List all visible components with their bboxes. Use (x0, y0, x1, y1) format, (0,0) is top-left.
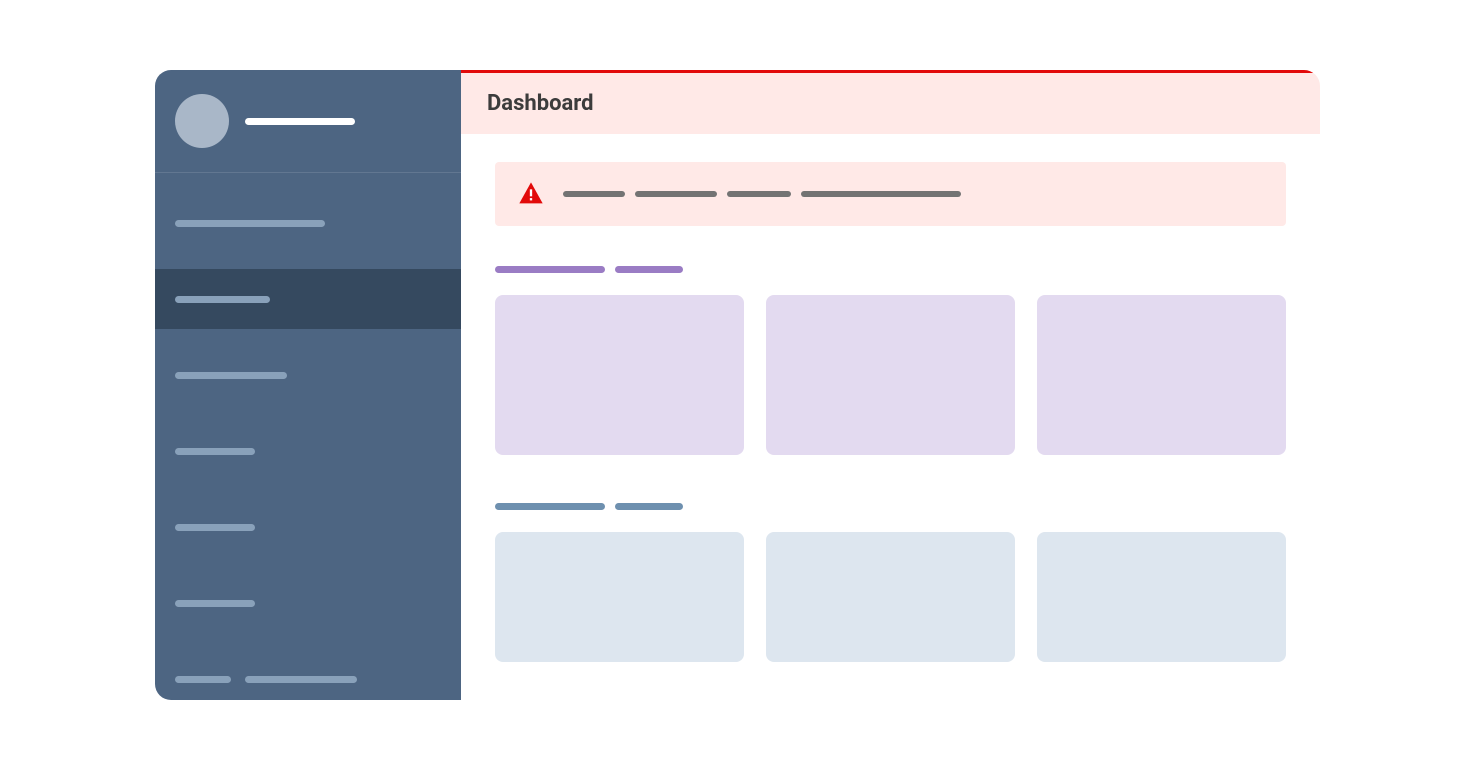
main-content: Dashboard (461, 70, 1320, 700)
header-banner: Dashboard (461, 73, 1320, 134)
sidebar-nav (155, 173, 461, 700)
avatar[interactable] (175, 94, 229, 148)
sidebar-item-label (175, 296, 270, 303)
section-title-a (495, 266, 605, 273)
sidebar-header (155, 70, 461, 173)
sidebar-item-4[interactable] (155, 497, 461, 557)
app-frame: Dashboard (155, 70, 1320, 700)
sidebar-item-label (175, 524, 255, 531)
sidebar-item-label (175, 600, 255, 607)
sidebar-item-label (175, 448, 255, 455)
sidebar-item-5[interactable] (155, 573, 461, 633)
username-placeholder (245, 118, 355, 125)
sidebar-item-0[interactable] (155, 193, 461, 253)
card-0-1[interactable] (766, 295, 1015, 455)
section-title-b (615, 266, 683, 273)
warning-icon (517, 180, 545, 208)
content-area (461, 134, 1320, 662)
section-title-a (495, 503, 605, 510)
sidebar-item-label (175, 372, 287, 379)
sidebar-item-6[interactable] (155, 649, 461, 700)
section-heading (495, 503, 1286, 510)
section-heading (495, 266, 1286, 273)
section-title-b (615, 503, 683, 510)
page-title: Dashboard (487, 91, 1294, 116)
alert-message (563, 191, 961, 197)
card-0-0[interactable] (495, 295, 744, 455)
card-1-0[interactable] (495, 532, 744, 662)
alert-banner (495, 162, 1286, 226)
card-1-2[interactable] (1037, 532, 1286, 662)
card-1-1[interactable] (766, 532, 1015, 662)
card-0-2[interactable] (1037, 295, 1286, 455)
sidebar-item-3[interactable] (155, 421, 461, 481)
sidebar-item-2[interactable] (155, 345, 461, 405)
sidebar-item-label (175, 220, 325, 227)
sidebar (155, 70, 461, 700)
sidebar-item-1[interactable] (155, 269, 461, 329)
section-0 (495, 266, 1286, 455)
card-row (495, 295, 1286, 455)
sidebar-item-label-b (245, 676, 357, 683)
section-1 (495, 503, 1286, 662)
sidebar-item-label-a (175, 676, 231, 683)
card-row (495, 532, 1286, 662)
